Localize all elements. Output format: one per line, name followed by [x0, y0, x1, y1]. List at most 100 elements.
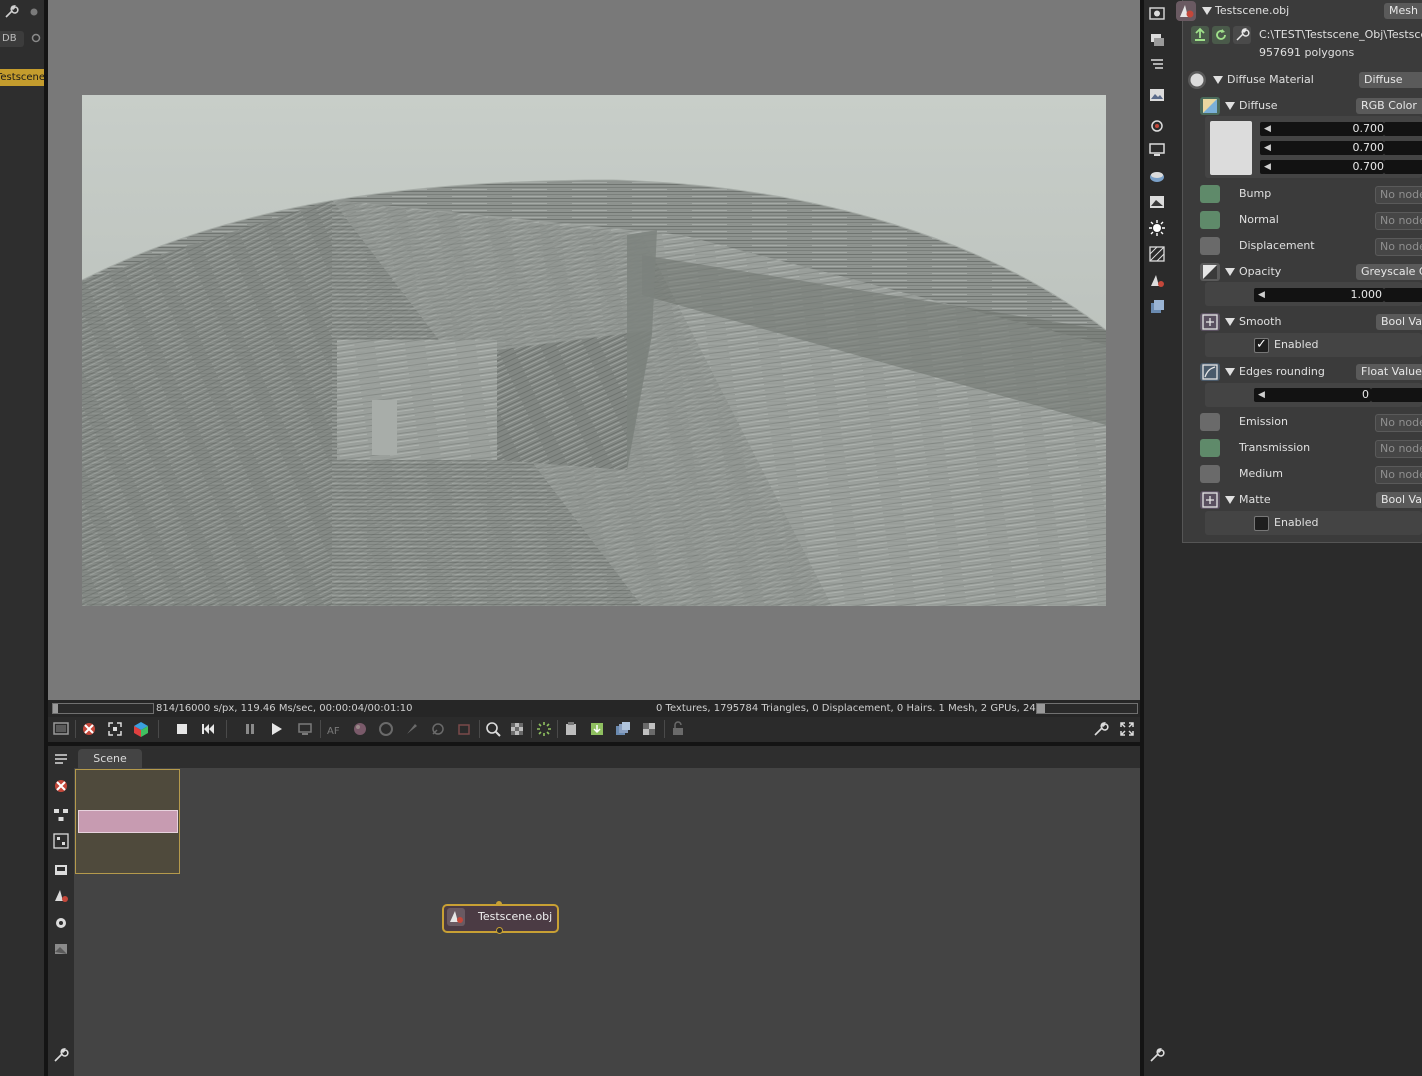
graph-settings-wrench-icon[interactable]	[52, 1046, 70, 1064]
opacity-pin-icon[interactable]	[1200, 263, 1220, 281]
refresh-icon[interactable]	[29, 7, 39, 17]
render-region-icon[interactable]	[296, 720, 314, 738]
inspector-render-camera-icon[interactable]	[1148, 116, 1166, 134]
smooth-enabled-checkbox[interactable]: ✓	[1254, 338, 1269, 353]
autofocus-icon[interactable]: AF	[325, 720, 343, 738]
diffuse-g-slider[interactable]: ◀ 0.700	[1260, 141, 1384, 155]
graph-layout-icon[interactable]	[52, 806, 70, 824]
fit-view-icon[interactable]	[106, 720, 124, 738]
stop-render-icon[interactable]	[173, 720, 191, 738]
import-mesh-icon[interactable]	[1191, 26, 1209, 44]
zoom-icon[interactable]	[484, 720, 502, 738]
inspector-layers-icon[interactable]	[1148, 31, 1166, 49]
collapse-matte-icon[interactable]	[1225, 496, 1235, 504]
pause-render-icon[interactable]	[241, 720, 259, 738]
node-output-pin[interactable]	[496, 927, 503, 934]
transmission-pin[interactable]	[1200, 439, 1220, 457]
copy-to-clipboard-icon[interactable]	[562, 720, 580, 738]
medium-pin[interactable]	[1200, 465, 1220, 483]
object-picker-icon[interactable]	[377, 720, 395, 738]
collapse-smooth-icon[interactable]	[1225, 318, 1235, 326]
graph-arrange-icon[interactable]	[52, 832, 70, 850]
node-type-dropdown[interactable]: Mesh	[1384, 3, 1422, 19]
clay-mode-icon[interactable]	[640, 720, 658, 738]
recenter-view-icon[interactable]	[80, 720, 98, 738]
lock-icon[interactable]	[669, 720, 687, 738]
collapse-edges-icon[interactable]	[1225, 368, 1235, 376]
focus-picker-icon[interactable]	[429, 720, 447, 738]
edges-rounding-slider[interactable]: ◀ 0	[1254, 388, 1371, 402]
wrench-icon[interactable]	[3, 4, 19, 20]
memory-bar	[1036, 703, 1138, 714]
bump-node-field[interactable]: No node	[1375, 186, 1422, 204]
transmission-node-field[interactable]: No node	[1375, 440, 1422, 458]
node-graph-canvas[interactable]	[74, 768, 1140, 1076]
reload-mesh-icon[interactable]	[1212, 26, 1230, 44]
alpha-background-icon[interactable]	[508, 720, 526, 738]
inspector-environment-icon[interactable]	[1148, 167, 1166, 185]
diffuse-b-slider[interactable]: ◀ 0.700	[1260, 160, 1384, 174]
collapse-material-icon[interactable]	[1213, 76, 1223, 84]
camera-view-icon[interactable]	[52, 720, 70, 738]
tab-scene[interactable]: Scene	[78, 749, 142, 768]
inspector-settings-wrench-icon[interactable]	[1148, 1046, 1166, 1064]
displacement-node-field[interactable]: No node	[1375, 238, 1422, 256]
collapse-node-icon[interactable]	[1202, 7, 1212, 15]
graph-options-icon[interactable]	[52, 750, 70, 768]
mesh-settings-wrench-icon[interactable]	[1233, 26, 1251, 44]
graph-environment-icon[interactable]	[52, 940, 70, 958]
collapse-opacity-icon[interactable]	[1225, 268, 1235, 276]
emission-node-field[interactable]: No node	[1375, 414, 1422, 432]
color-cube-icon[interactable]	[132, 720, 150, 738]
bump-pin[interactable]	[1200, 185, 1220, 203]
smooth-pin-icon[interactable]	[1200, 313, 1220, 331]
material-type-dropdown[interactable]: Diffuse	[1359, 72, 1422, 88]
edges-type-dropdown[interactable]: Float Value	[1356, 364, 1422, 380]
graph-mesh-icon[interactable]	[52, 887, 70, 905]
graph-camera-icon[interactable]	[52, 913, 70, 931]
inspector-texture-icon[interactable]	[1148, 193, 1166, 211]
diffuse-r-slider[interactable]: ◀ 0.700	[1260, 122, 1384, 136]
diffuse-color-swatch[interactable]	[1210, 121, 1252, 175]
inspector-mesh-icon[interactable]	[1148, 272, 1166, 290]
medium-node-field[interactable]: No node	[1375, 466, 1422, 484]
emission-pin[interactable]	[1200, 413, 1220, 431]
inspector-monitor-icon[interactable]	[1148, 141, 1166, 159]
save-render-icon[interactable]	[588, 720, 606, 738]
diffuse-pin-icon[interactable]	[1200, 97, 1220, 115]
inspector-light-icon[interactable]	[1148, 219, 1166, 237]
restart-render-icon[interactable]	[199, 720, 217, 738]
inspector-image-icon[interactable]	[1148, 86, 1166, 104]
fullscreen-icon[interactable]	[1118, 720, 1136, 738]
region-picker-icon[interactable]	[455, 720, 473, 738]
render-passes-icon[interactable]	[614, 720, 632, 738]
opacity-type-dropdown[interactable]: Greyscale Color	[1356, 264, 1422, 280]
edges-pin-icon[interactable]	[1200, 363, 1220, 381]
smooth-type-dropdown[interactable]: Bool Value	[1376, 314, 1422, 330]
emission-label: Emission	[1239, 415, 1288, 428]
opacity-slider[interactable]: ◀ 1.000	[1254, 288, 1384, 302]
displacement-pin[interactable]	[1200, 237, 1220, 255]
normal-node-field[interactable]: No node	[1375, 212, 1422, 230]
graph-recenter-icon[interactable]	[52, 777, 70, 795]
matte-type-dropdown[interactable]: Bool Value	[1376, 492, 1422, 508]
toolbar-settings-wrench-icon[interactable]	[1092, 720, 1110, 738]
white-balance-icon[interactable]	[403, 720, 421, 738]
start-render-icon[interactable]	[267, 720, 285, 738]
inspector-geometry-icon[interactable]	[1148, 245, 1166, 263]
material-picker-icon[interactable]	[351, 720, 369, 738]
matte-enabled-checkbox[interactable]	[1254, 516, 1269, 531]
collapse-diffuse-icon[interactable]	[1225, 102, 1235, 110]
render-stats-text: 814/16000 s/px, 119.46 Ms/sec, 00:00:04/…	[156, 703, 413, 714]
inspector-camera-icon[interactable]	[1148, 4, 1166, 22]
settings-icon[interactable]	[31, 33, 41, 43]
inspector-list-icon[interactable]	[1148, 55, 1166, 73]
diffuse-type-dropdown[interactable]: RGB Color	[1356, 98, 1422, 114]
tab-db[interactable]: DB	[0, 31, 24, 47]
graph-render-target-icon[interactable]	[52, 861, 70, 879]
outliner-item-testscene[interactable]: Testscene.obj	[0, 69, 44, 86]
normal-pin[interactable]	[1200, 211, 1220, 229]
inspector-cube-icon[interactable]	[1148, 298, 1166, 316]
mesh-file-path: C:\TEST\Testscene_Obj\Testscene.obj	[1259, 28, 1422, 41]
matte-pin-icon[interactable]	[1200, 491, 1220, 509]
